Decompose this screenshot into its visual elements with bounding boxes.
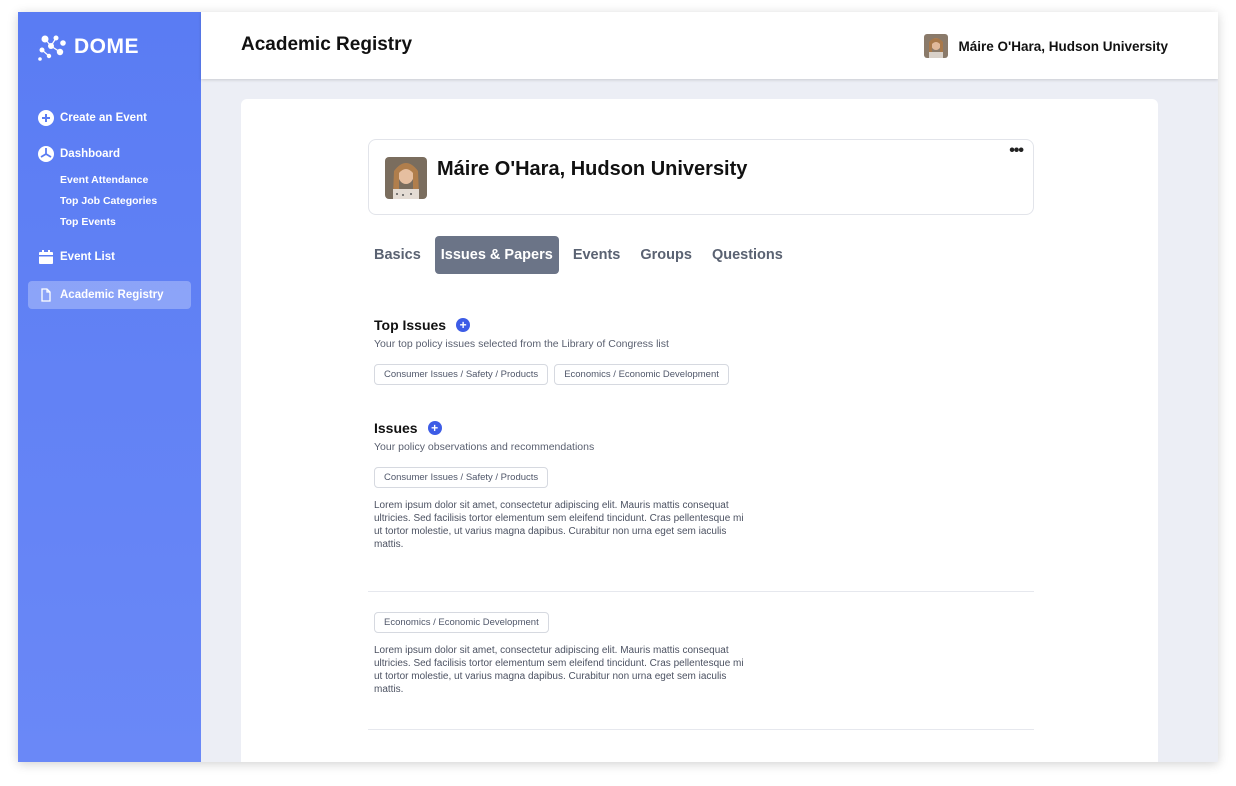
user-name: Máire O'Hara, Hudson University bbox=[958, 38, 1168, 54]
profile-name: Máire O'Hara, Hudson University bbox=[437, 158, 748, 180]
add-top-issue-icon[interactable]: + bbox=[456, 318, 471, 332]
avatar bbox=[385, 157, 427, 199]
sidebar-item-label: Academic Registry bbox=[60, 289, 164, 301]
tab-bar: Basics Issues & Papers Events Groups Que… bbox=[368, 236, 797, 274]
tab-issues-papers[interactable]: Issues & Papers bbox=[434, 236, 559, 274]
issue-tag[interactable]: Economics / Economic Development bbox=[554, 364, 729, 385]
app-window: DOME Create an Event Dashboard Event Att… bbox=[18, 12, 1218, 762]
user-menu[interactable]: Máire O'Hara, Hudson University bbox=[924, 34, 1168, 58]
sidebar-item-dashboard[interactable]: Dashboard bbox=[38, 144, 201, 164]
sidebar-subitem-top-job-categories[interactable]: Top Job Categories bbox=[60, 191, 201, 212]
issues-section: Issues + Your policy observations and re… bbox=[374, 420, 744, 551]
section-title: Issues bbox=[374, 420, 418, 436]
top-issues-section: Top Issues + Your top policy issues sele… bbox=[374, 317, 735, 385]
issue-tag[interactable]: Consumer Issues / Safety / Products bbox=[374, 467, 549, 488]
sidebar-item-create-event[interactable]: Create an Event bbox=[38, 108, 201, 128]
sidebar-item-academic-registry[interactable]: Academic Registry bbox=[28, 281, 191, 309]
tab-basics[interactable]: Basics bbox=[368, 236, 427, 274]
sidebar-nav: Create an Event Dashboard Event Attendan… bbox=[18, 108, 201, 309]
divider bbox=[368, 729, 1034, 730]
sidebar-subitem-event-attendance[interactable]: Event Attendance bbox=[60, 170, 201, 191]
issue-entry-tags: Economics / Economic Development bbox=[374, 612, 744, 633]
top-issues-tags: Consumer Issues / Safety / Products Econ… bbox=[374, 364, 735, 385]
tab-questions[interactable]: Questions bbox=[706, 236, 789, 274]
main-card: Máire O'Hara, Hudson University ••• Basi… bbox=[241, 99, 1158, 762]
issue-text: Lorem ipsum dolor sit amet, consectetur … bbox=[374, 645, 744, 695]
section-description: Your top policy issues selected from the… bbox=[374, 338, 669, 350]
tab-groups[interactable]: Groups bbox=[634, 236, 698, 274]
dashboard-icon bbox=[38, 146, 54, 162]
sidebar-item-label: Dashboard bbox=[60, 148, 121, 160]
plus-circle-icon bbox=[38, 110, 54, 126]
avatar bbox=[924, 34, 949, 58]
sidebar-subitem-top-events[interactable]: Top Events bbox=[60, 212, 201, 233]
more-options-icon[interactable]: ••• bbox=[1009, 142, 1024, 160]
dome-logo-icon bbox=[38, 35, 66, 61]
issue-text: Lorem ipsum dolor sit amet, consectetur … bbox=[374, 500, 744, 550]
top-bar: Academic Registry Máire O'Hara, Hudson U… bbox=[201, 12, 1218, 79]
issue-tag[interactable]: Economics / Economic Development bbox=[374, 612, 549, 633]
sidebar: DOME Create an Event Dashboard Event Att… bbox=[18, 12, 201, 762]
page-title: Academic Registry bbox=[241, 34, 413, 55]
add-issue-icon[interactable]: + bbox=[427, 421, 442, 435]
sidebar-item-label: Create an Event bbox=[60, 112, 147, 124]
issues-title-row: Issues + bbox=[374, 420, 744, 436]
logo[interactable]: DOME bbox=[36, 32, 139, 62]
section-description: Your policy observations and recommendat… bbox=[374, 441, 595, 453]
top-issues-title-row: Top Issues + bbox=[374, 317, 735, 333]
tab-events[interactable]: Events bbox=[567, 236, 627, 274]
section-title: Top Issues bbox=[374, 317, 447, 333]
profile-card: Máire O'Hara, Hudson University ••• bbox=[368, 139, 1034, 215]
calendar-icon bbox=[38, 249, 54, 265]
issue-entry-tags: Consumer Issues / Safety / Products bbox=[374, 467, 744, 488]
sidebar-item-event-list[interactable]: Event List bbox=[38, 247, 201, 267]
sidebar-item-label: Event List bbox=[60, 251, 115, 263]
issue-entry: Economics / Economic Development Lorem i… bbox=[374, 612, 744, 696]
divider bbox=[368, 591, 1034, 592]
issue-tag[interactable]: Consumer Issues / Safety / Products bbox=[374, 364, 549, 385]
logo-text: DOME bbox=[74, 35, 139, 58]
document-icon bbox=[38, 287, 54, 303]
